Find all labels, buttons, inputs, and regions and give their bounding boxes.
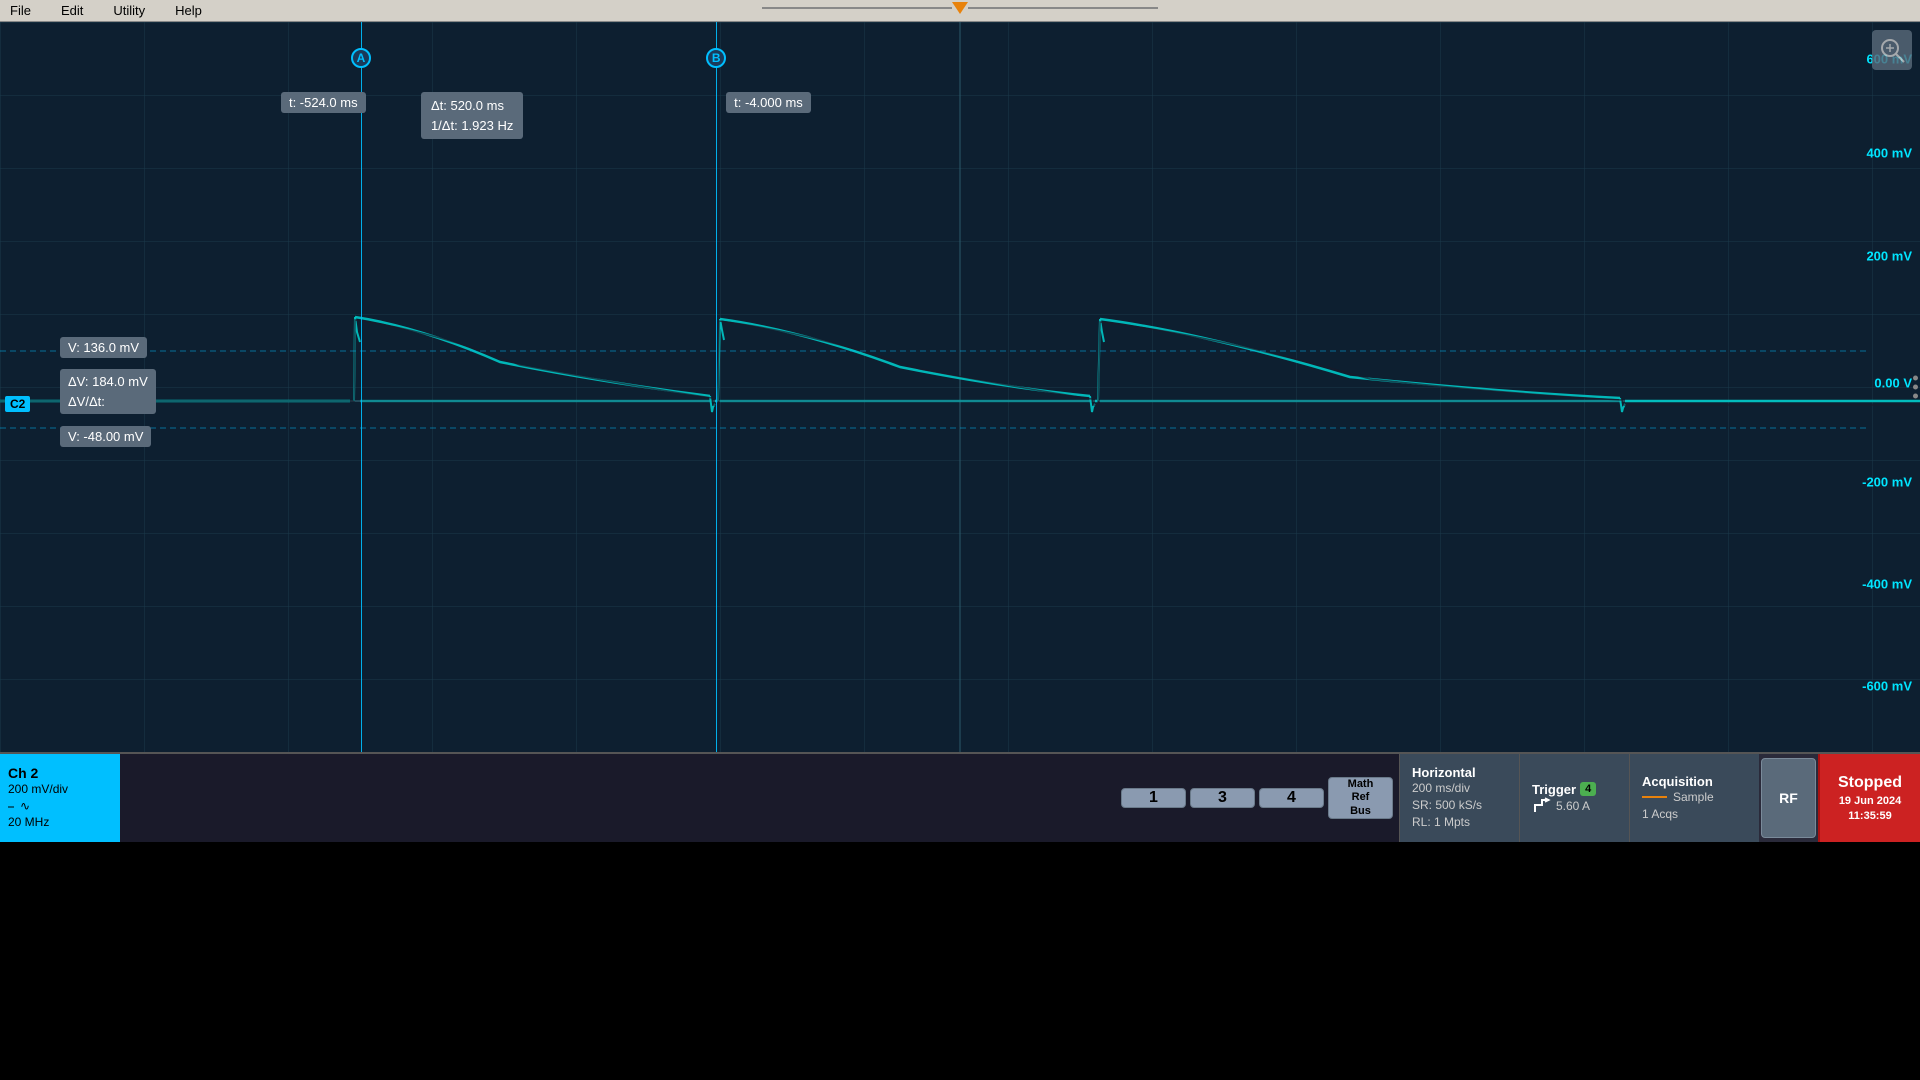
delta-v-label: ΔV: 184.0 mV ΔV/Δt: (60, 369, 156, 414)
stopped-button[interactable]: Stopped 19 Jun 2024 11:35:59 (1818, 754, 1920, 842)
rf-button[interactable]: RF (1761, 758, 1816, 838)
horizontal-title: Horizontal (1412, 765, 1507, 780)
horizontal-section: Horizontal 200 ms/div SR: 500 kS/s RL: 1… (1399, 754, 1519, 842)
dv-value: ΔV: 184.0 mV (68, 372, 148, 392)
cursor-a-line (361, 22, 362, 752)
delta-inv-label: 1/Δt: 1.923 Hz (431, 116, 513, 136)
menu-help[interactable]: Help (175, 3, 202, 18)
y-label-0v: 0.00 V (1874, 376, 1912, 391)
acq-mode: Sample (1673, 789, 1714, 806)
channel-2-status: Ch 2 200 mV/div ⎯ ∿ 20 MHz (0, 754, 120, 842)
cursor-a-marker[interactable]: A (351, 48, 371, 68)
ch3-button[interactable]: 3 (1190, 788, 1255, 808)
menu-file[interactable]: File (10, 3, 31, 18)
trigger-section: Trigger 4 5.60 A (1519, 754, 1629, 842)
oscilloscope-screen: 600 mV 400 mV 200 mV 0.00 V -200 mV -400… (0, 22, 1920, 752)
horizontal-rl: RL: 1 Mpts (1412, 814, 1507, 831)
ch2-coupling-wave: ∿ (20, 798, 30, 815)
ch2-coupling-sym: ⎯ (8, 798, 14, 815)
voltage-label-lower: V: -48.00 mV (60, 426, 151, 447)
y-label-200mv: 200 mV (1866, 248, 1912, 263)
trigger-title-row: Trigger 4 (1532, 782, 1617, 797)
trigger-edge-icon (1532, 797, 1552, 815)
trigger-bar-left (762, 7, 952, 9)
stopped-label: Stopped (1838, 774, 1902, 792)
delta-info-box: Δt: 520.0 ms 1/Δt: 1.923 Hz (421, 92, 523, 139)
trigger-arrow-icon (952, 2, 968, 14)
menubar: File Edit Utility Help (0, 0, 1920, 22)
trigger-level: 5.60 A (1556, 799, 1590, 813)
ch2-bw: 20 MHz (8, 814, 112, 831)
stopped-date: 19 Jun 2024 (1839, 795, 1901, 807)
ch2-coupling: ⎯ ∿ (8, 798, 112, 815)
trigger-value-row: 5.60 A (1532, 797, 1617, 815)
right-edge-dots (1913, 376, 1918, 399)
channel-buttons-container: 1 3 4 MathRefBus (1115, 754, 1399, 842)
trigger-title: Trigger (1532, 782, 1576, 797)
cursor-b-line (716, 22, 717, 752)
dv-per-dt: ΔV/Δt: (68, 392, 148, 412)
horizontal-sr: SR: 500 kS/s (1412, 797, 1507, 814)
ch1-button[interactable]: 1 (1121, 788, 1186, 808)
math-ref-bus-button[interactable]: MathRefBus (1328, 777, 1393, 819)
y-label-minus600mv: -600 mV (1862, 679, 1912, 694)
y-label-400mv: 400 mV (1866, 146, 1912, 161)
ch4-button[interactable]: 4 (1259, 788, 1324, 808)
y-label-minus400mv: -400 mV (1862, 577, 1912, 592)
statusbar: Ch 2 200 mV/div ⎯ ∿ 20 MHz 1 3 4 MathRef… (0, 752, 1920, 842)
trigger-badge: 4 (1580, 782, 1596, 796)
acquisition-section: Acquisition Sample 1 Acqs (1629, 754, 1759, 842)
y-label-minus200mv: -200 mV (1862, 474, 1912, 489)
menu-edit[interactable]: Edit (61, 3, 83, 18)
acq-mode-row: Sample (1642, 789, 1747, 806)
trigger-position-indicator (762, 2, 1158, 14)
channel-2-label: C2 (5, 396, 30, 412)
dot-2 (1913, 385, 1918, 390)
ch2-name: Ch 2 (8, 765, 112, 781)
grid-svg (0, 22, 1920, 752)
zoom-icon[interactable] (1872, 30, 1912, 70)
voltage-label-upper: V: 136.0 mV (60, 337, 147, 358)
cursor-a-time-label: t: -524.0 ms (281, 92, 366, 113)
statusbar-spacer (120, 754, 1115, 842)
acq-count: 1 Acqs (1642, 806, 1747, 823)
acq-title: Acquisition (1642, 774, 1747, 789)
trigger-bar-right (968, 7, 1158, 9)
acq-line-icon (1642, 796, 1667, 798)
dot-3 (1913, 394, 1918, 399)
trigger-arrow-container (952, 2, 968, 14)
menu-utility[interactable]: Utility (113, 3, 145, 18)
horizontal-div: 200 ms/div (1412, 780, 1507, 797)
delta-t-label: Δt: 520.0 ms (431, 96, 513, 116)
stopped-time: 11:35:59 (1848, 810, 1891, 822)
dot-1 (1913, 376, 1918, 381)
ch2-div: 200 mV/div (8, 781, 112, 798)
cursor-b-time-label: t: -4.000 ms (726, 92, 811, 113)
